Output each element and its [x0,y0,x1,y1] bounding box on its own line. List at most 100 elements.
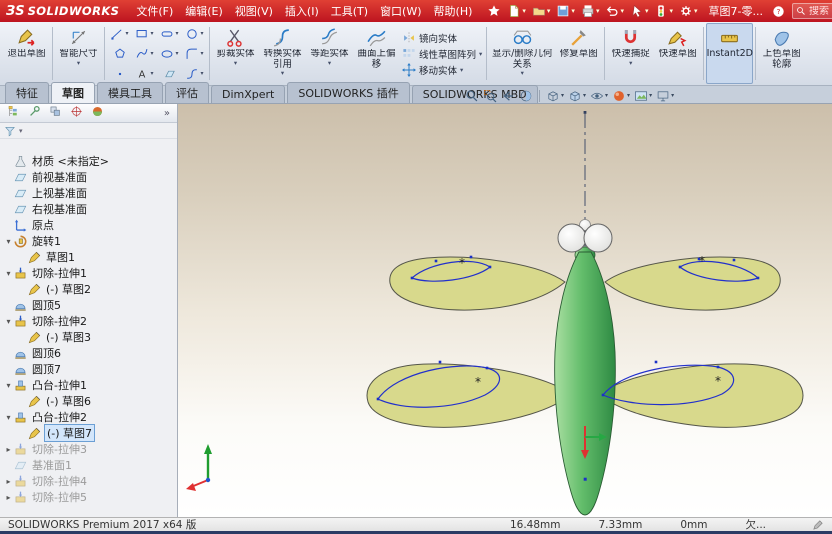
menu-item[interactable]: 编辑(E) [179,1,229,21]
tab-features[interactable]: 特征 [5,82,49,103]
slot-tool-button[interactable]: ▾ [157,24,182,44]
rebuild-button[interactable]: ▾ [652,4,675,18]
polygon-tool-button[interactable] [107,44,132,64]
dropdown-caret-icon[interactable]: ▾ [234,59,237,67]
offset-entities-button[interactable]: 等距实体 ▾ [306,23,353,84]
wing-upper-right[interactable] [604,256,781,311]
tree-expand-caret[interactable]: ▾ [3,381,14,390]
displaymanager-tab[interactable] [91,105,104,121]
apply-scene-button[interactable]: ▾ [633,89,653,103]
repair-sketch-button[interactable]: 修复草图 [555,23,602,84]
tab-mold-tools[interactable]: 模具工具 [97,82,163,103]
dropdown-caret-icon[interactable]: ▾ [200,50,203,57]
dropdown-caret-icon[interactable]: ▾ [150,30,153,37]
tree-expand-caret[interactable]: ▸ [3,445,14,454]
featuremanager-tab[interactable] [7,105,20,121]
dropdown-caret-icon[interactable]: ▾ [521,70,524,77]
dropdown-caret-icon[interactable]: ▾ [571,7,575,15]
new-document-button[interactable]: ▾ [505,4,528,18]
mirror-entities-button[interactable]: 镜向实体 [402,31,482,45]
tree-item[interactable]: ▸ 切除-拉伸4 [0,473,177,489]
shaded-sketch-contours-button[interactable]: 上色草图轮廓 [758,23,805,84]
equation-curve-button[interactable]: ▾ [182,64,207,84]
spline-tool-button[interactable]: ▾ [132,44,157,64]
dropdown-caret-icon[interactable]: ▾ [620,7,624,15]
dropdown-caret-icon[interactable]: ▾ [694,7,698,15]
zoom-fit-button[interactable] [464,89,480,103]
ellipse-tool-button[interactable]: ▾ [157,44,182,64]
tree-item[interactable]: 圆顶5 [0,297,177,313]
tree-item[interactable]: 上视基准面 [0,185,177,201]
tree-item[interactable]: ▸ 切除-拉伸5 [0,489,177,505]
tab-solidworks-addins[interactable]: SOLIDWORKS 插件 [287,82,410,103]
dimxpertmanager-tab[interactable] [70,105,83,121]
dropdown-caret-icon[interactable]: ▾ [645,7,649,15]
view-settings-button[interactable]: ▾ [655,89,675,103]
pin-toolbar-button[interactable] [485,4,503,18]
tree-item[interactable]: 原点 [0,217,177,233]
select-button[interactable]: ▾ [628,4,651,18]
dropdown-caret-icon[interactable]: ▾ [460,66,463,74]
tree-item[interactable]: 圆顶6 [0,345,177,361]
section-view-button[interactable] [518,89,534,103]
wing-upper-left[interactable] [389,256,566,311]
tree-expand-caret[interactable]: ▸ [3,493,14,502]
dropdown-caret-icon[interactable]: ▾ [281,70,284,77]
panel-expand-chevron[interactable]: » [164,108,170,119]
display-style-button[interactable]: ▾ [567,89,587,103]
move-entities-button[interactable]: 移动实体 ▾ [402,62,482,77]
tree-item[interactable]: ▾ 切除-拉伸1 [0,265,177,281]
line-tool-button[interactable]: ▾ [107,24,132,44]
edit-appearance-button[interactable]: ▾ [611,89,631,103]
wing-lower-left[interactable] [366,363,572,428]
tree-expand-caret[interactable]: ▾ [3,237,14,246]
tree-item[interactable]: ▾ 凸台-拉伸1 [0,377,177,393]
tree-item[interactable]: (-) 草图2 [0,281,177,297]
tree-item[interactable]: 草图1 [0,249,177,265]
dropdown-caret-icon[interactable]: ▾ [150,70,153,77]
sketch-fillet-button[interactable]: ▾ [182,44,207,64]
tree-item[interactable]: 右视基准面 [0,201,177,217]
tab-dimxpert[interactable]: DimXpert [211,85,286,103]
dropdown-caret-icon[interactable]: ▾ [605,92,608,99]
tree-item[interactable]: 圆顶7 [0,361,177,377]
search-box[interactable]: ▾ [791,3,832,19]
tree-expand-caret[interactable]: ▸ [3,477,14,486]
tree-item[interactable]: ▾ 凸台-拉伸2 [0,409,177,425]
graphics-viewport[interactable]: * * * * [178,104,832,517]
dropdown-caret-icon[interactable]: ▾ [125,30,128,37]
help-button[interactable]: ? [772,5,785,18]
dropdown-caret-icon[interactable]: ▾ [561,92,564,99]
smart-dimension-button[interactable]: 智能尺寸 ▾ [55,23,102,84]
hide-show-items-button[interactable]: ▾ [589,89,609,103]
dropdown-caret-icon[interactable]: ▾ [328,59,331,67]
view-orientation-button[interactable]: ▾ [545,89,565,103]
tree-expand-caret[interactable]: ▾ [3,317,14,326]
circle-tool-button[interactable]: ▾ [182,24,207,44]
menu-item[interactable]: 文件(F) [130,1,179,21]
exit-sketch-button[interactable]: 退出草图 [3,23,50,84]
dropdown-caret-icon[interactable]: ▾ [77,59,80,67]
filter-funnel-icon[interactable] [4,125,16,137]
tree-item[interactable]: ▾ 旋转1 [0,233,177,249]
menu-item[interactable]: 帮助(H) [428,1,479,21]
instant2d-button[interactable]: Instant2D [706,23,754,84]
dropdown-caret-icon[interactable]: ▾ [629,59,632,67]
dropdown-caret-icon[interactable]: ▾ [627,92,630,99]
trim-entities-button[interactable]: 剪裁实体 ▾ [212,23,259,84]
propertymanager-tab[interactable] [28,105,41,121]
tree-expand-caret[interactable]: ▾ [3,413,14,422]
dropdown-caret-icon[interactable]: ▾ [479,50,482,58]
menu-item[interactable]: 插入(I) [279,1,325,21]
tab-sketch[interactable]: 草图 [51,82,95,103]
quick-snaps-button[interactable]: 快速捕捉 ▾ [607,23,654,84]
point-tool-button[interactable] [107,64,132,84]
print-button[interactable]: ▾ [579,4,602,18]
tree-item[interactable]: (-) 草图3 [0,329,177,345]
options-button[interactable]: ▾ [677,4,700,18]
text-tool-button[interactable]: A ▾ [132,64,157,84]
undo-button[interactable]: ▾ [603,4,626,18]
configurationmanager-tab[interactable] [49,105,62,121]
menu-item[interactable]: 工具(T) [325,1,374,21]
display-delete-relations-button[interactable]: 显示/删除几何关系 ▾ [489,23,555,84]
